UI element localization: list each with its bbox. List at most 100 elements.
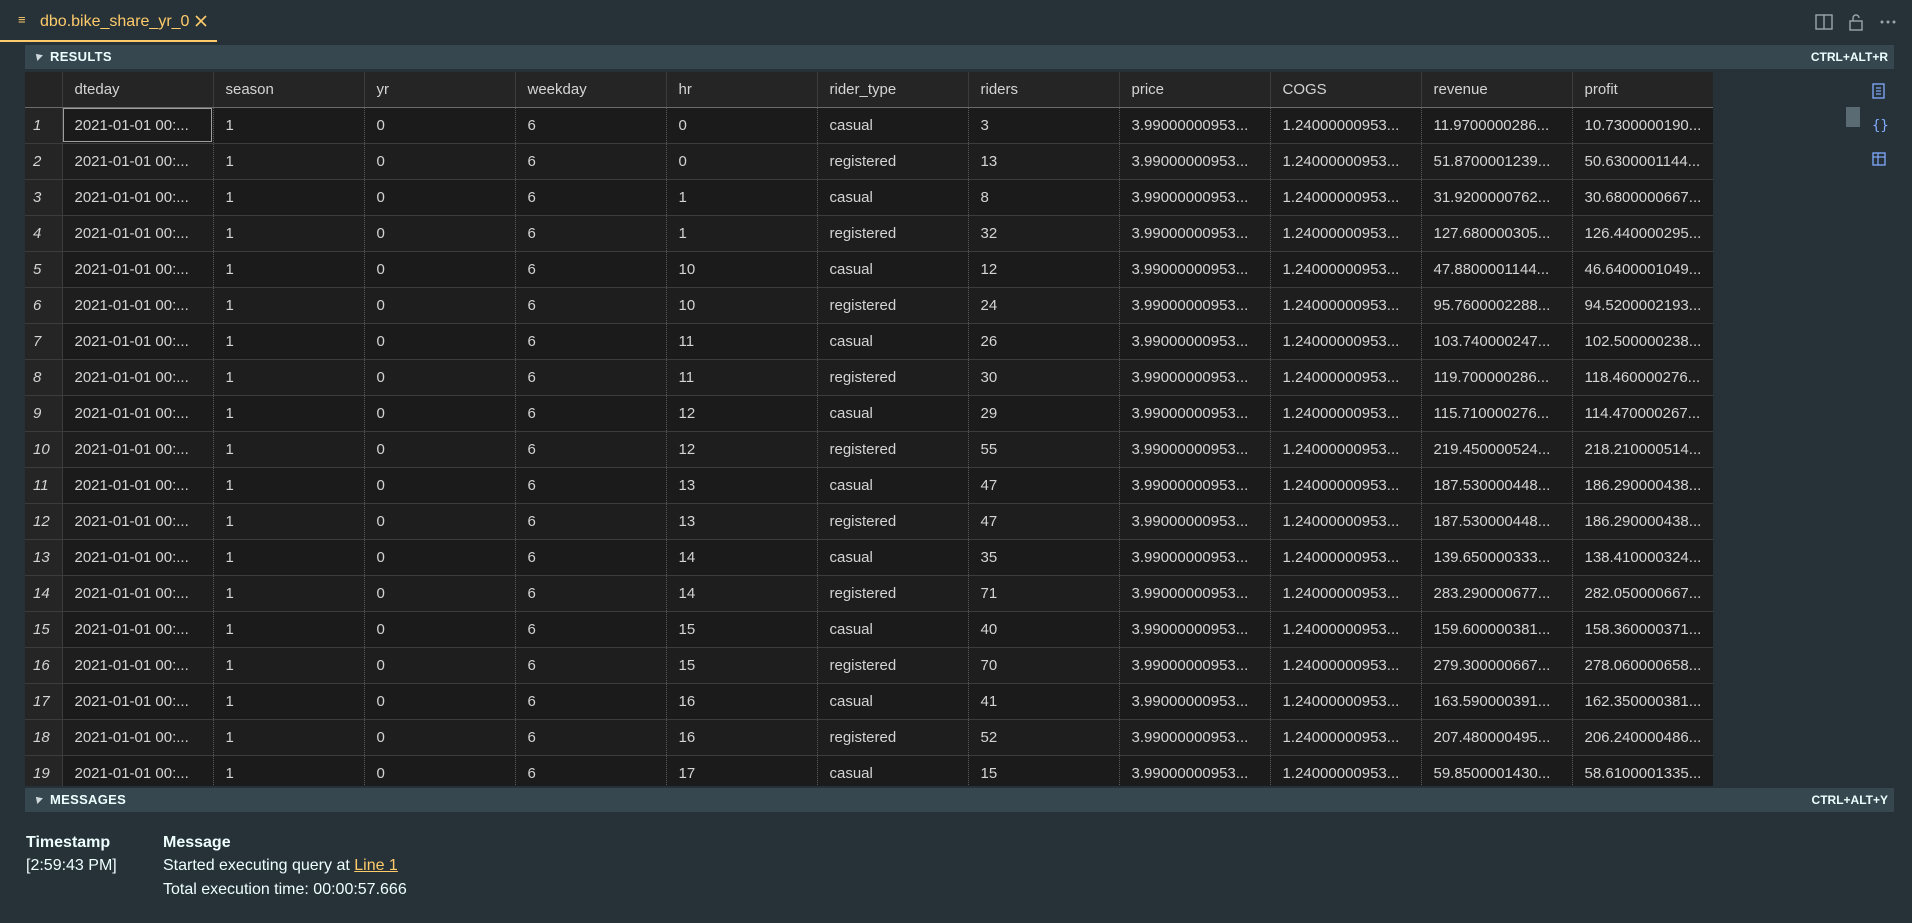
table-cell[interactable]: 2021-01-01 00:... [62, 611, 214, 648]
scrollbar-thumb[interactable] [1846, 107, 1860, 127]
table-cell[interactable]: 1.24000000953... [1270, 611, 1422, 648]
table-cell[interactable]: 95.7600002288... [1421, 287, 1573, 324]
table-cell[interactable]: 1.24000000953... [1270, 467, 1422, 504]
table-cell[interactable]: 50.6300001144... [1572, 143, 1713, 180]
table-cell[interactable]: registered [817, 503, 969, 540]
line-link[interactable]: Line 1 [354, 857, 398, 874]
table-cell[interactable]: 6 [515, 179, 667, 216]
table-cell[interactable]: 3.99000000953... [1119, 539, 1271, 576]
table-cell[interactable]: 17 [666, 755, 818, 786]
table-cell[interactable]: 6 [515, 611, 667, 648]
table-cell[interactable]: 13 [666, 467, 818, 504]
table-cell[interactable]: 0 [364, 287, 516, 324]
table-cell[interactable]: 1 [213, 503, 365, 540]
table-cell[interactable]: 0 [364, 395, 516, 432]
tab-bike-share[interactable]: ≡ dbo.bike_share_yr_0 [0, 0, 217, 42]
table-cell[interactable]: 1.24000000953... [1270, 251, 1422, 288]
table-row[interactable]: 8 2021-01-01 00:... 1 0 6 11 registered 30 3.990… [25, 359, 1713, 396]
table-cell[interactable]: 6 [515, 143, 667, 180]
table-cell[interactable]: 94.5200002193... [1572, 287, 1713, 324]
table-cell[interactable]: 41 [968, 683, 1120, 720]
table-cell[interactable]: 1.24000000953... [1270, 503, 1422, 540]
table-cell[interactable]: 282.050000667... [1572, 575, 1713, 612]
table-cell[interactable]: 3.99000000953... [1119, 647, 1271, 684]
table-cell[interactable]: 279.300000667... [1421, 647, 1573, 684]
table-cell[interactable]: registered [817, 719, 969, 756]
messages-header[interactable]: MESSAGES CTRL+ALT+Y [25, 788, 1894, 812]
table-row[interactable]: 9 2021-01-01 00:... 1 0 6 12 casual 29 3.9900000… [25, 395, 1713, 432]
table-cell[interactable]: 40 [968, 611, 1120, 648]
table-cell[interactable]: 0 [666, 107, 818, 144]
lock-icon[interactable] [1844, 10, 1868, 34]
table-cell[interactable]: 31.9200000762... [1421, 179, 1573, 216]
table-cell[interactable]: 0 [364, 575, 516, 612]
table-cell[interactable]: 3.99000000953... [1119, 107, 1271, 144]
table-cell[interactable]: 6 [515, 755, 667, 786]
column-header-cogs[interactable]: COGS [1270, 72, 1422, 108]
table-cell[interactable]: 1 [666, 179, 818, 216]
table-cell[interactable]: 3.99000000953... [1119, 467, 1271, 504]
table-cell[interactable]: 186.290000438... [1572, 467, 1713, 504]
table-cell[interactable]: 11 [666, 323, 818, 360]
save-as-excel-icon[interactable] [1866, 146, 1892, 172]
table-cell[interactable]: registered [817, 215, 969, 252]
table-cell[interactable]: 3.99000000953... [1119, 179, 1271, 216]
table-cell[interactable]: 1.24000000953... [1270, 323, 1422, 360]
table-cell[interactable]: 10.7300000190... [1572, 107, 1713, 144]
table-cell[interactable]: 0 [364, 215, 516, 252]
table-cell[interactable]: 0 [364, 755, 516, 786]
table-cell[interactable]: 2021-01-01 00:... [62, 323, 214, 360]
table-row[interactable]: 11 2021-01-01 00:... 1 0 6 13 casual 47 3.990000… [25, 467, 1713, 504]
table-cell[interactable]: 1.24000000953... [1270, 755, 1422, 786]
table-cell[interactable]: 2021-01-01 00:... [62, 287, 214, 324]
table-cell[interactable]: 1.24000000953... [1270, 395, 1422, 432]
table-cell[interactable]: 0 [364, 467, 516, 504]
table-cell[interactable]: 0 [364, 143, 516, 180]
table-cell[interactable]: 1 [666, 215, 818, 252]
table-cell[interactable]: 6 [515, 107, 667, 144]
table-row[interactable]: 19 2021-01-01 00:... 1 0 6 17 casual 15 3.990000… [25, 755, 1713, 786]
save-as-json-icon[interactable]: {} [1866, 112, 1892, 138]
close-icon[interactable] [193, 12, 209, 30]
table-cell[interactable]: casual [817, 251, 969, 288]
collapse-triangle-icon[interactable] [33, 794, 43, 804]
table-cell[interactable]: 1 [213, 359, 365, 396]
results-header[interactable]: RESULTS CTRL+ALT+R [25, 45, 1894, 69]
table-cell[interactable]: 3.99000000953... [1119, 143, 1271, 180]
table-cell[interactable]: 0 [364, 323, 516, 360]
table-cell[interactable]: 6 [515, 215, 667, 252]
table-cell[interactable]: 6 [515, 395, 667, 432]
table-cell[interactable]: registered [817, 647, 969, 684]
table-cell[interactable]: 1 [213, 683, 365, 720]
more-actions-icon[interactable] [1876, 10, 1900, 34]
table-cell[interactable]: 51.8700001239... [1421, 143, 1573, 180]
table-cell[interactable]: 1 [213, 719, 365, 756]
table-cell[interactable]: 2021-01-01 00:... [62, 539, 214, 576]
table-row[interactable]: 6 2021-01-01 00:... 1 0 6 10 registered 24 3.990… [25, 287, 1713, 324]
table-cell[interactable]: 2021-01-01 00:... [62, 179, 214, 216]
table-cell[interactable]: 32 [968, 215, 1120, 252]
table-cell[interactable]: 1 [213, 467, 365, 504]
table-cell[interactable]: 3.99000000953... [1119, 503, 1271, 540]
table-cell[interactable]: 30.6800000667... [1572, 179, 1713, 216]
table-cell[interactable]: 1 [213, 647, 365, 684]
table-cell[interactable]: 139.650000333... [1421, 539, 1573, 576]
table-row[interactable]: 16 2021-01-01 00:... 1 0 6 15 registered 70 3.99… [25, 647, 1713, 684]
table-cell[interactable]: 26 [968, 323, 1120, 360]
table-cell[interactable]: 1.24000000953... [1270, 683, 1422, 720]
table-cell[interactable]: 6 [515, 359, 667, 396]
table-row[interactable]: 5 2021-01-01 00:... 1 0 6 10 casual 12 3.9900000… [25, 251, 1713, 288]
table-cell[interactable]: 2021-01-01 00:... [62, 467, 214, 504]
table-cell[interactable]: 55 [968, 431, 1120, 468]
table-cell[interactable]: 15 [666, 611, 818, 648]
table-cell[interactable]: 187.530000448... [1421, 467, 1573, 504]
table-cell[interactable]: 1 [213, 287, 365, 324]
table-cell[interactable]: 1.24000000953... [1270, 647, 1422, 684]
table-cell[interactable]: 207.480000495... [1421, 719, 1573, 756]
table-cell[interactable]: 1 [213, 611, 365, 648]
table-cell[interactable]: 0 [364, 503, 516, 540]
table-cell[interactable]: 6 [515, 683, 667, 720]
column-header-dteday[interactable]: dteday [62, 72, 214, 108]
table-cell[interactable]: 2021-01-01 00:... [62, 251, 214, 288]
table-cell[interactable]: 6 [515, 719, 667, 756]
